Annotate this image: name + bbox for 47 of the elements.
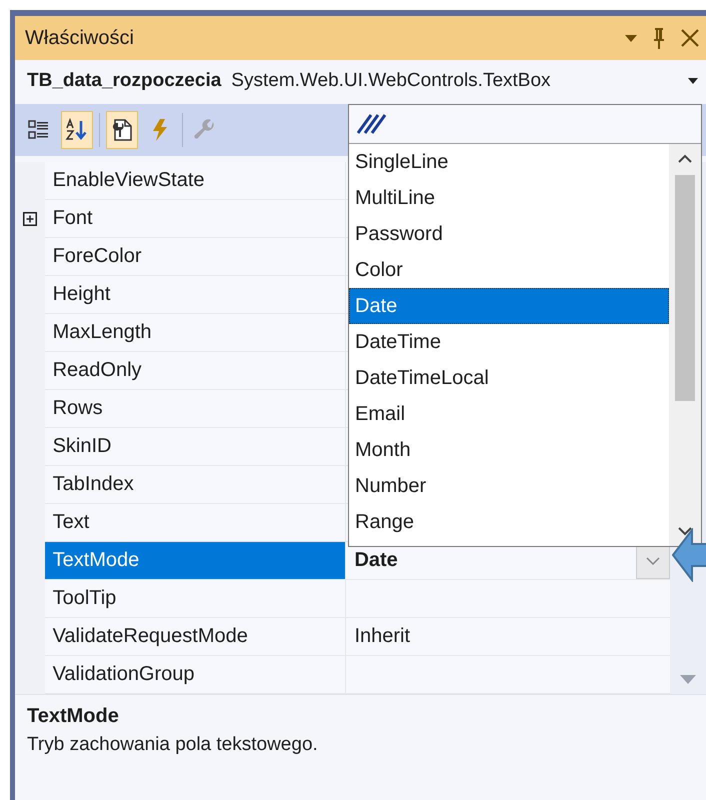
property-name[interactable]: SkinID <box>44 428 346 466</box>
hatch-icon <box>357 113 387 135</box>
dropdown-option[interactable]: Color <box>349 252 669 288</box>
property-name[interactable]: MaxLength <box>44 314 346 352</box>
description-text: Tryb zachowania pola tekstowego. <box>27 734 319 756</box>
dropdown-option[interactable]: Password <box>349 216 669 252</box>
dropdown-option[interactable]: Number <box>349 468 669 504</box>
scroll-up-icon[interactable] <box>678 154 692 163</box>
window-title: Właściwości <box>25 26 135 50</box>
property-name[interactable]: EnableViewState <box>44 162 346 200</box>
dropdown-option[interactable]: MultiLine <box>349 180 669 216</box>
dropdown-option[interactable]: Month <box>349 432 669 468</box>
dropdown-option[interactable]: Email <box>349 396 669 432</box>
property-name[interactable]: ValidateRequestMode <box>44 618 346 656</box>
object-name: TB_data_rozpoczecia <box>27 70 222 92</box>
dropdown-option[interactable]: Range <box>349 504 669 540</box>
sort-button[interactable] <box>61 111 93 149</box>
properties-button[interactable] <box>106 111 138 149</box>
scroll-down-icon[interactable] <box>678 527 692 536</box>
dropdown-option[interactable]: DateTimeLocal <box>349 360 669 396</box>
chevron-down-icon <box>646 556 660 564</box>
property-name[interactable]: Rows <box>44 390 346 428</box>
caret-icon <box>688 78 698 84</box>
property-name[interactable]: ToolTip <box>44 580 346 618</box>
sort-icon <box>65 118 89 142</box>
page-wrench-icon <box>110 118 134 142</box>
pin-icon[interactable] <box>652 26 666 50</box>
lightning-icon <box>150 118 170 142</box>
dropdown-option[interactable]: Date <box>349 288 669 324</box>
expand-icon[interactable] <box>22 212 37 226</box>
list-scrollbar[interactable] <box>669 144 701 546</box>
property-name[interactable]: ValidationGroup <box>44 656 346 694</box>
dropdown-option[interactable]: SingleLine <box>349 144 669 180</box>
arrow-icon <box>672 528 706 582</box>
property-name[interactable]: Height <box>44 276 346 314</box>
property-name[interactable]: ReadOnly <box>44 352 346 390</box>
property-name[interactable]: Font <box>44 200 346 238</box>
dropdown-option[interactable]: DateTime <box>349 324 669 360</box>
dropdown-caret-icon[interactable] <box>624 33 638 43</box>
object-type: System.Web.UI.WebControls.TextBox <box>231 70 552 92</box>
close-icon[interactable] <box>680 28 700 48</box>
property-name[interactable]: TabIndex <box>44 466 346 504</box>
property-name[interactable]: ForeColor <box>44 238 346 276</box>
description-title: TextMode <box>27 705 120 728</box>
list-icon <box>28 119 50 141</box>
property-name[interactable]: Text <box>44 504 346 542</box>
property-name[interactable]: TextMode <box>44 542 346 580</box>
